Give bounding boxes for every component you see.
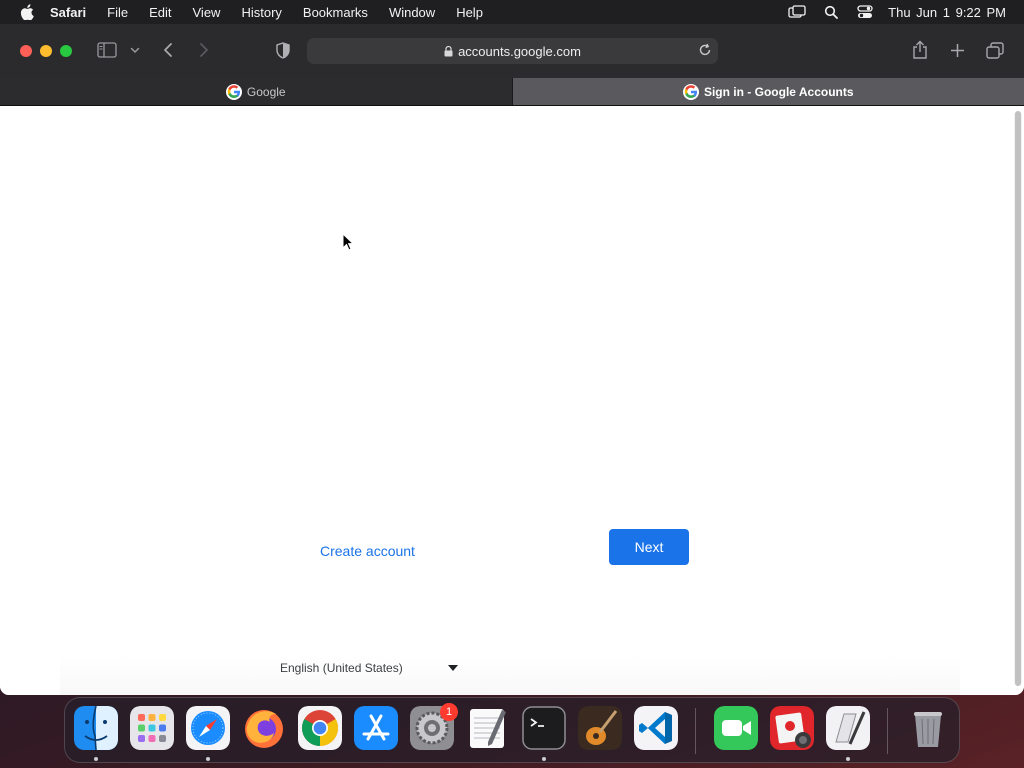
close-window-button[interactable] — [20, 45, 32, 57]
dock-firefox-icon[interactable] — [242, 706, 286, 750]
address-url: accounts.google.com — [458, 43, 581, 59]
back-icon[interactable] — [163, 42, 173, 58]
menu-history[interactable]: History — [241, 5, 281, 20]
screen-mirroring-icon[interactable] — [786, 4, 808, 20]
menu-app-safari[interactable]: Safari — [50, 5, 86, 20]
dock-running-indicator — [94, 757, 98, 761]
dock-running-indicator — [206, 757, 210, 761]
dock-trash-icon[interactable] — [906, 706, 950, 750]
tab-sign-in-google-accounts[interactable]: Sign in - Google Accounts — [512, 78, 1024, 105]
dock-finder-icon[interactable] — [74, 706, 118, 750]
dock-photo-booth-icon[interactable] — [770, 706, 814, 750]
menu-window[interactable]: Window — [389, 5, 435, 20]
dock-terminal-icon[interactable] — [522, 706, 566, 750]
control-center-icon[interactable] — [854, 4, 876, 20]
menu-bar: Safari File Edit View History Bookmarks … — [0, 0, 1024, 24]
new-tab-icon[interactable] — [950, 43, 965, 58]
next-button[interactable]: Next — [609, 529, 689, 565]
scrollbar-thumb[interactable] — [1015, 111, 1021, 686]
menu-edit[interactable]: Edit — [149, 5, 171, 20]
menu-bookmarks[interactable]: Bookmarks — [303, 5, 368, 20]
lock-icon — [444, 45, 453, 57]
minimize-window-button[interactable] — [40, 45, 52, 57]
dropdown-caret-icon — [448, 665, 458, 671]
dock-separator — [887, 708, 888, 754]
dock-running-indicator — [542, 757, 546, 761]
page-content: Create account Next English (United Stat… — [0, 106, 1024, 695]
page-footer — [60, 656, 960, 695]
tab-google[interactable]: Google — [0, 78, 513, 105]
system-settings-badge: 1 — [440, 703, 458, 721]
dock-facetime-icon[interactable] — [714, 706, 758, 750]
tab-label: Sign in - Google Accounts — [703, 84, 854, 99]
menu-view[interactable]: View — [193, 5, 221, 20]
menu-help[interactable]: Help — [456, 5, 483, 20]
dock — [64, 697, 960, 763]
tab-bar: Google Sign in - Google Accounts — [0, 78, 1024, 106]
dock-launchpad-icon[interactable] — [130, 706, 174, 750]
dock-safari-icon[interactable] — [186, 706, 230, 750]
vertical-scrollbar[interactable] — [1014, 111, 1022, 686]
dock-textedit-icon[interactable] — [466, 706, 510, 750]
share-icon[interactable] — [912, 40, 928, 60]
tab-overview-icon[interactable] — [986, 42, 1004, 59]
dock-vscode-icon[interactable] — [634, 706, 678, 750]
dock-garageband-icon[interactable] — [578, 706, 622, 750]
address-bar[interactable]: accounts.google.com — [307, 38, 718, 64]
tab-label: Google — [246, 84, 286, 99]
google-favicon-icon — [682, 83, 699, 100]
dock-running-indicator — [846, 757, 850, 761]
zoom-window-button[interactable] — [60, 45, 72, 57]
language-select-value: English (United States) — [280, 661, 403, 675]
dock-app-store-icon[interactable] — [354, 706, 398, 750]
safari-toolbar: accounts.google.com — [0, 24, 1024, 78]
sidebar-icon[interactable] — [97, 42, 117, 58]
apple-menu-icon[interactable] — [18, 3, 36, 21]
dock-separator — [695, 708, 696, 754]
spotlight-search-icon[interactable] — [820, 4, 842, 20]
language-select[interactable]: English (United States) — [272, 657, 464, 679]
reload-icon[interactable] — [698, 43, 712, 57]
google-favicon-icon — [225, 83, 242, 100]
dock-script-editor-icon[interactable] — [826, 706, 870, 750]
forward-icon[interactable] — [199, 42, 209, 58]
mouse-pointer-icon — [342, 233, 354, 251]
safari-window: accounts.google.com Google Sign in - Goo… — [0, 24, 1024, 695]
create-account-link[interactable]: Create account — [308, 533, 427, 569]
menu-file[interactable]: File — [107, 5, 128, 20]
menu-bar-clock[interactable]: Thu Jun 1 9:22 PM — [888, 5, 1006, 20]
privacy-shield-icon[interactable] — [276, 42, 290, 59]
chevron-down-icon[interactable] — [130, 47, 140, 54]
dock-chrome-icon[interactable] — [298, 706, 342, 750]
desktop: Safari File Edit View History Bookmarks … — [0, 0, 1024, 768]
